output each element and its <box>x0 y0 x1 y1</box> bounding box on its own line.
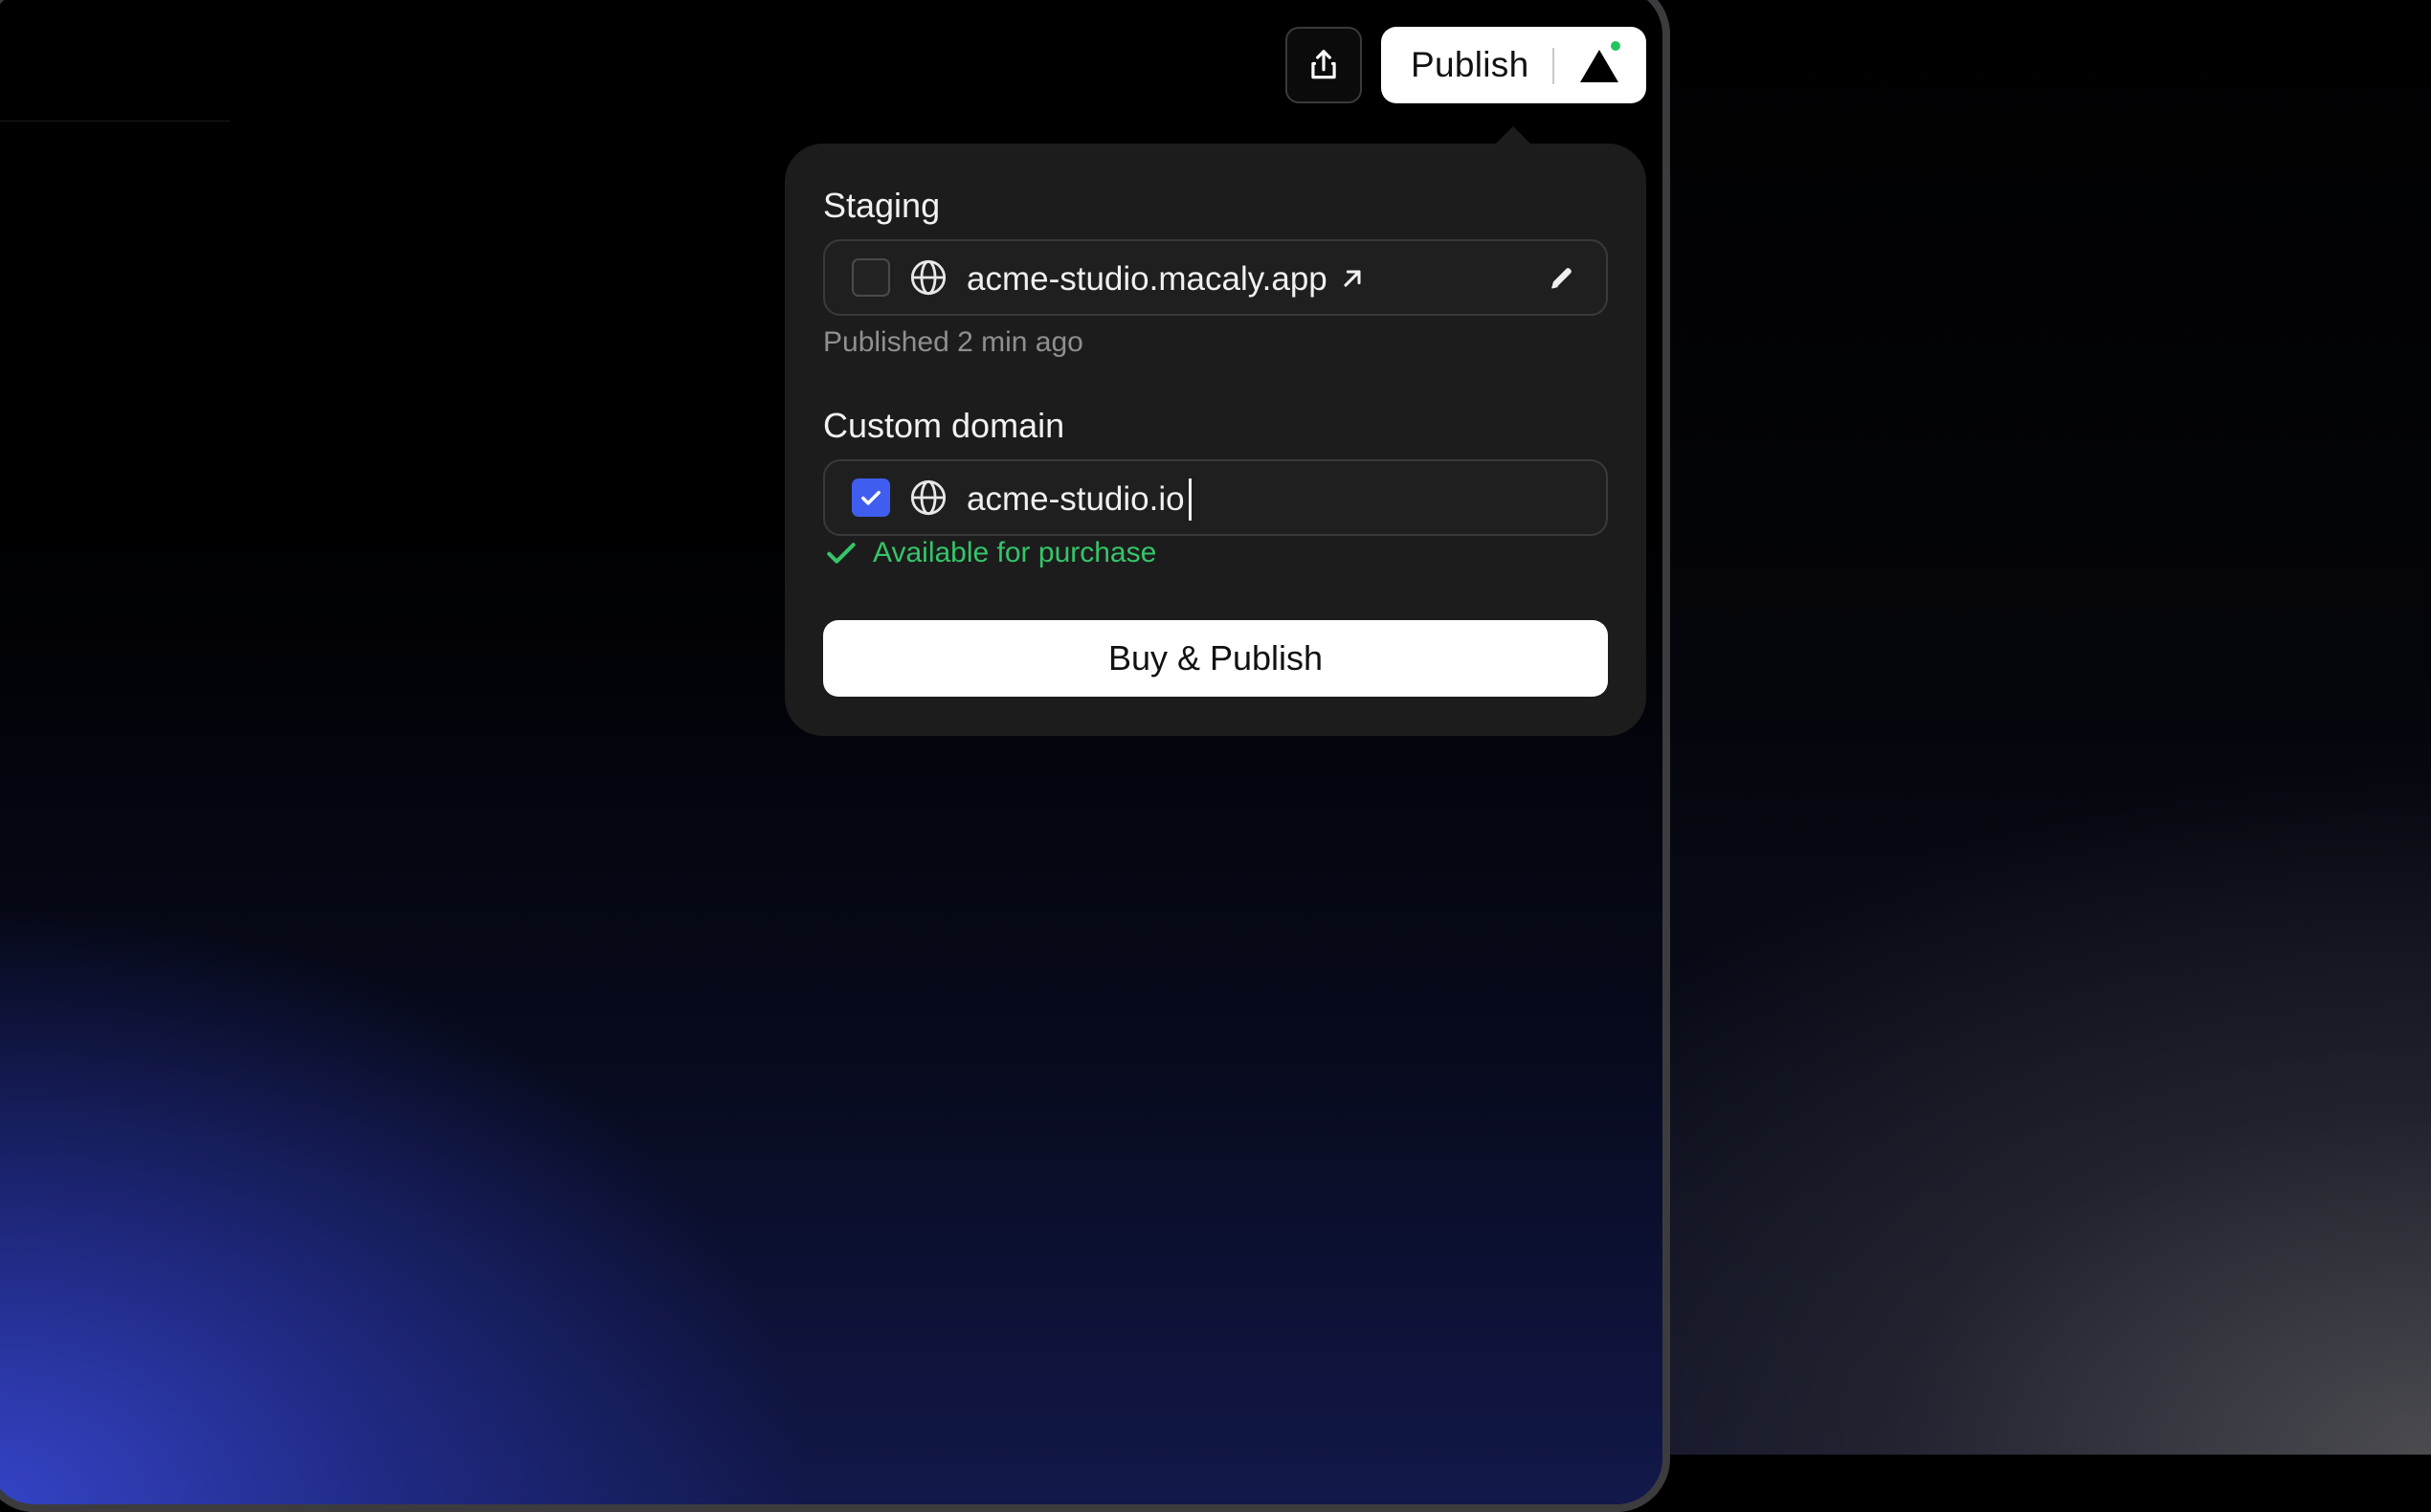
text-cursor <box>1188 478 1192 521</box>
status-dot <box>1611 41 1620 51</box>
arrow-up-right-icon[interactable] <box>1339 265 1366 292</box>
custom-domain-field[interactable]: acme-studio.io <box>823 459 1608 536</box>
availability-status: Available for purchase <box>823 534 1156 572</box>
triangle-logo-icon <box>1580 50 1618 82</box>
availability-text: Available for purchase <box>873 537 1157 568</box>
buy-and-publish-button[interactable]: Buy & Publish <box>823 620 1608 697</box>
custom-domain-label: Custom domain <box>823 406 1065 445</box>
check-icon <box>827 543 856 564</box>
publish-button-divider <box>1552 48 1554 84</box>
popover-caret <box>1494 126 1532 145</box>
custom-domain-input[interactable]: acme-studio.io <box>967 478 1192 521</box>
publish-button-label: Publish <box>1411 45 1529 84</box>
globe-icon <box>910 259 947 296</box>
staging-domain-value: acme-studio.macaly.app <box>967 260 1366 299</box>
staging-status: Published 2 min ago <box>823 326 1083 358</box>
staging-label: Staging <box>823 186 941 225</box>
share-button[interactable] <box>1285 27 1362 103</box>
toolbar-divider <box>0 121 230 122</box>
globe-icon <box>910 479 947 516</box>
custom-domain-text: acme-studio.io <box>967 480 1185 518</box>
staging-domain-field[interactable]: acme-studio.macaly.app <box>823 239 1608 316</box>
publish-button[interactable]: Publish <box>1381 27 1646 103</box>
checkmark-icon <box>861 491 881 505</box>
custom-domain-checkbox[interactable] <box>852 478 890 517</box>
staging-checkbox[interactable] <box>852 258 890 297</box>
share-icon <box>1311 50 1336 79</box>
pencil-icon[interactable] <box>1547 262 1577 293</box>
publish-popover: Staging acme-studio.macaly.app Published… <box>785 144 1646 736</box>
staging-domain-text: acme-studio.macaly.app <box>967 260 1327 298</box>
